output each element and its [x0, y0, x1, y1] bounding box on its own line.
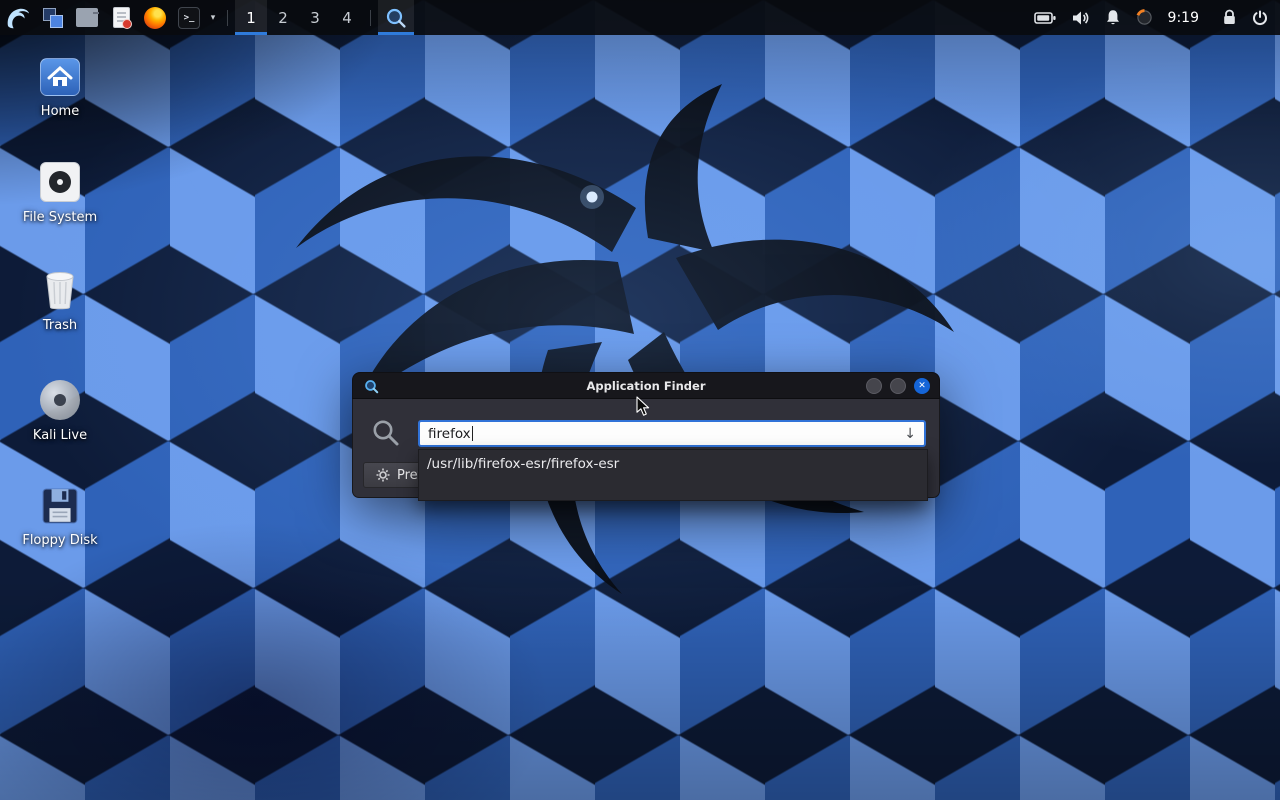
file-cabinet-icon	[76, 8, 98, 27]
desktop-icon-label: Floppy Disk	[22, 533, 97, 548]
volume-icon[interactable]	[1072, 0, 1090, 35]
battery-icon[interactable]	[1034, 0, 1057, 35]
desktop-icon-trash[interactable]: Trash	[14, 270, 106, 333]
launcher-file-manager[interactable]	[70, 0, 104, 35]
launcher-text-editor[interactable]	[104, 0, 138, 35]
panel-tray: 9:19	[1034, 0, 1280, 35]
launcher-window-manager[interactable]	[36, 0, 70, 35]
desktop-icon-file-system[interactable]: File System	[14, 162, 106, 225]
panel-left-group: >_ ▾ 1 2 3 4	[0, 0, 414, 35]
top-panel: >_ ▾ 1 2 3 4	[0, 0, 1280, 35]
windows-icon	[43, 8, 63, 28]
power-logout-icon[interactable]	[1252, 0, 1268, 35]
text-caret	[472, 426, 473, 441]
terminal-icon: >_	[178, 7, 200, 29]
desktop: Home File System Trash Kali Live Floppy …	[0, 0, 1280, 800]
desktop-icon-label: File System	[23, 210, 97, 225]
mouse-cursor	[636, 396, 651, 418]
workspace-4[interactable]: 4	[331, 0, 363, 35]
floppy-disk-icon	[41, 487, 79, 525]
panel-separator	[370, 10, 371, 26]
completion-item[interactable]: /usr/lib/firefox-esr/firefox-esr	[419, 450, 927, 478]
gear-icon	[376, 468, 390, 482]
launcher-terminal-dropdown[interactable]: ▾	[206, 0, 220, 35]
search-icon	[371, 418, 401, 448]
close-button[interactable]: ✕	[914, 378, 930, 394]
workspace-3[interactable]: 3	[299, 0, 331, 35]
file-system-icon	[40, 162, 80, 202]
desktop-icon-label: Kali Live	[33, 428, 87, 443]
home-icon	[40, 58, 80, 96]
search-input[interactable]: firefox ↓	[418, 420, 926, 447]
workspace-2[interactable]: 2	[267, 0, 299, 35]
status-update-icon[interactable]	[1136, 0, 1153, 35]
desktop-icon-floppy-disk[interactable]: Floppy Disk	[14, 487, 106, 548]
search-icon	[385, 7, 407, 29]
kali-logo-icon	[5, 5, 31, 31]
lock-icon[interactable]	[1222, 0, 1237, 35]
entry-dropdown-arrow-icon[interactable]: ↓	[904, 427, 916, 441]
firefox-icon	[144, 7, 166, 29]
launcher-terminal[interactable]: >_	[172, 0, 206, 35]
application-finder-window: Application Finder ✕ firefox ↓	[352, 372, 940, 498]
completion-popup: /usr/lib/firefox-esr/firefox-esr	[418, 449, 928, 501]
launcher-firefox[interactable]	[138, 0, 172, 35]
workspace-1[interactable]: 1	[235, 0, 267, 35]
titlebar[interactable]: Application Finder ✕	[352, 372, 940, 399]
panel-separator	[227, 10, 228, 26]
taskbar-application-finder[interactable]	[378, 0, 414, 35]
search-query-text: firefox	[428, 426, 471, 442]
minimize-button[interactable]	[866, 378, 882, 394]
desktop-icon-home[interactable]: Home	[14, 58, 106, 119]
kali-live-icon	[40, 380, 80, 420]
maximize-button[interactable]	[890, 378, 906, 394]
window-controls: ✕	[866, 378, 930, 394]
desktop-icon-kali-live[interactable]: Kali Live	[14, 380, 106, 443]
trash-icon	[43, 270, 77, 310]
desktop-icon-label: Trash	[43, 318, 77, 333]
desktop-icon-label: Home	[41, 104, 79, 119]
text-editor-icon	[113, 7, 130, 28]
chevron-down-icon: ▾	[211, 13, 216, 23]
notifications-bell-icon[interactable]	[1105, 0, 1121, 35]
close-icon: ✕	[918, 381, 926, 391]
kali-menu-button[interactable]	[0, 0, 36, 35]
window-title: Application Finder	[353, 373, 939, 398]
clock[interactable]: 9:19	[1168, 10, 1199, 26]
